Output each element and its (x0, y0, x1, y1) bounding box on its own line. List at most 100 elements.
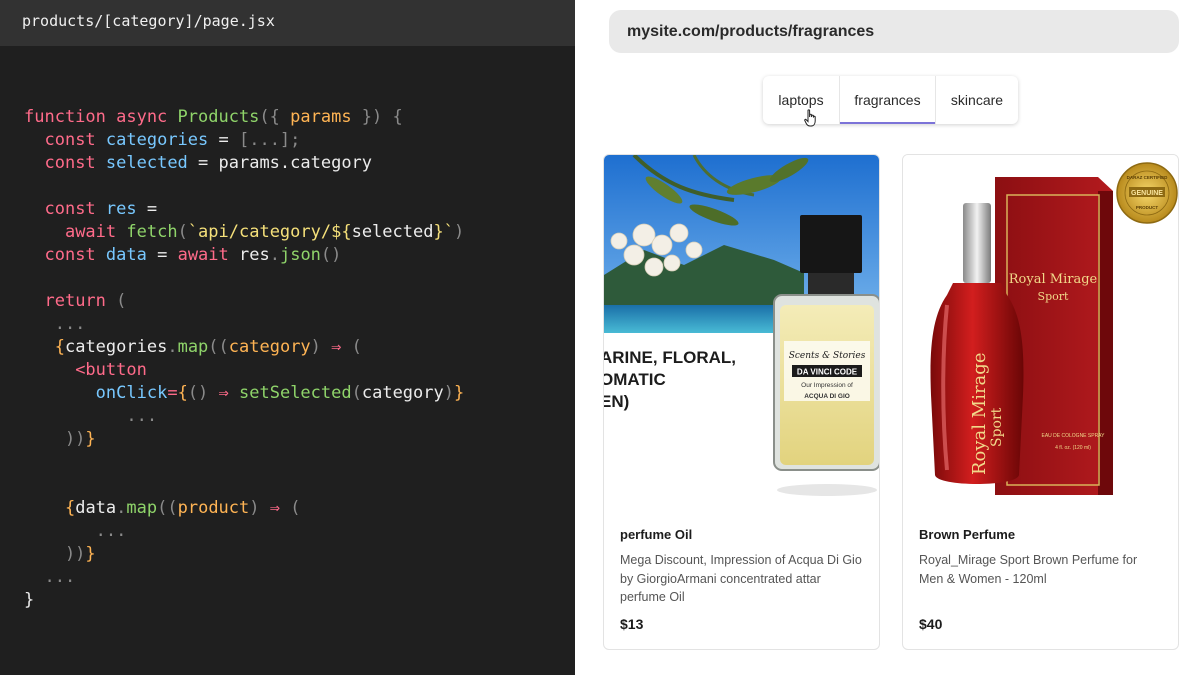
code-token: ) (453, 222, 465, 242)
code-token: )) (24, 544, 86, 564)
code-line: } (24, 589, 464, 612)
code-token: ... (24, 406, 158, 426)
box-volume: 4 fl. oz. (120 ml) (1055, 445, 1091, 451)
code-token: res (239, 245, 270, 265)
code-token: await (177, 245, 239, 265)
product-card[interactable]: ARINE, FLORAL, OMATIC EN) Scents & Stori… (603, 154, 880, 650)
code-line: ... (24, 313, 464, 336)
tab-laptops[interactable]: laptops (763, 76, 839, 124)
box-type: EAU DE COLOGNE SPRAY (1042, 433, 1106, 439)
code-token: ⇒ (218, 383, 240, 403)
tab-fragrances[interactable]: fragrances (839, 76, 936, 124)
tab-skincare[interactable]: skincare (936, 76, 1018, 124)
seal-top: DARAZ CERTIFIED (1127, 175, 1168, 180)
bottle-name: DA VINCI CODE (797, 368, 858, 377)
editor-file-tab[interactable]: products/[category]/page.jsx (0, 0, 575, 46)
code-token: ... (24, 521, 127, 541)
code-token: . (167, 337, 178, 357)
code-token: `api/category/${ (187, 222, 352, 242)
code-token: category (361, 383, 444, 403)
code-block: function async Products({ params }) { co… (24, 106, 464, 612)
url-text: mysite.com/products/fragrances (627, 23, 875, 40)
box-sub: Sport (1038, 290, 1069, 303)
bottle-brand: Scents & Stories (789, 351, 866, 361)
code-line: const categories = [...]; (24, 129, 464, 152)
code-token: const (44, 245, 106, 265)
address-bar[interactable]: mysite.com/products/fragrances (609, 10, 1179, 53)
code-token: ⇒ (269, 498, 280, 518)
code-token: } (85, 429, 96, 449)
product-price: $13 (620, 616, 644, 632)
code-token: category (228, 337, 311, 357)
seal-mid: GENUINE (1131, 190, 1163, 197)
code-token: const (44, 199, 106, 219)
code-token: . (269, 245, 280, 265)
code-line: <button (24, 359, 464, 382)
image-caption-line3: EN) (604, 392, 629, 411)
bottle-impression: ACQUA DI GIO (804, 393, 850, 400)
code-token: setSelected (239, 383, 352, 403)
tab-label: fragrances (854, 92, 921, 108)
code-token: (( (208, 337, 229, 357)
code-line: const res = (24, 198, 464, 221)
code-token: { (64, 498, 76, 518)
perfume-oil-photo: ARINE, FLORAL, OMATIC EN) Scents & Stori… (604, 155, 879, 509)
code-token: ... (24, 314, 86, 334)
product-description: Royal_Mirage Sport Brown Perfume for Men… (919, 553, 1138, 586)
code-token: () (320, 245, 342, 265)
code-line: ... (24, 520, 464, 543)
code-token: { (54, 337, 65, 357)
code-token: } (454, 383, 465, 403)
code-token: ( (280, 498, 301, 518)
code-token: ( (116, 291, 127, 311)
code-token: onClick (95, 383, 168, 403)
code-line: ))} (24, 543, 464, 566)
code-token: )) (24, 429, 86, 449)
image-caption-line2: OMATIC (604, 370, 666, 389)
code-token: = (136, 199, 158, 219)
product-image: ARINE, FLORAL, OMATIC EN) Scents & Stori… (604, 155, 879, 509)
code-token: params (290, 107, 352, 127)
code-token: ( (341, 337, 362, 357)
code-line: {categories.map((category) ⇒ ( (24, 336, 464, 359)
code-token: map (126, 498, 158, 518)
product-title: Brown Perfume (919, 527, 1016, 542)
code-token: data (105, 245, 147, 265)
code-token: const (44, 153, 106, 173)
code-token: product (177, 498, 250, 518)
product-price: $40 (919, 616, 943, 632)
bottle-sub: Sport (989, 407, 1005, 447)
code-token: } (24, 590, 35, 610)
code-line: function async Products({ params }) { (24, 106, 464, 129)
image-caption-line1: ARINE, FLORAL, (604, 348, 736, 367)
code-token: map (177, 337, 209, 357)
product-card[interactable]: Royal Mirage Sport EAU DE COLOGNE SPRAY … (902, 154, 1179, 650)
code-token: = params.category (187, 153, 373, 173)
code-line: const selected = params.category (24, 152, 464, 175)
code-line: await fetch(`api/category/${selected}`) (24, 221, 464, 244)
code-token: return (44, 291, 117, 311)
code-token: . (116, 498, 127, 518)
box-brand: Royal Mirage (1009, 272, 1098, 287)
code-token: ) (249, 498, 270, 518)
code-line: onClick={() ⇒ setSelected(category)} (24, 382, 465, 405)
code-token: categories (64, 337, 168, 357)
code-token: const (44, 130, 106, 150)
code-line: const data = await res.json() (24, 244, 464, 267)
code-token: () (187, 383, 219, 403)
code-token: function async (24, 107, 178, 127)
code-line: ))} (24, 428, 464, 451)
code-token: = (146, 245, 178, 265)
code-token: await (64, 222, 127, 242)
code-token: fetch (126, 222, 178, 242)
code-token: (( (157, 498, 178, 518)
